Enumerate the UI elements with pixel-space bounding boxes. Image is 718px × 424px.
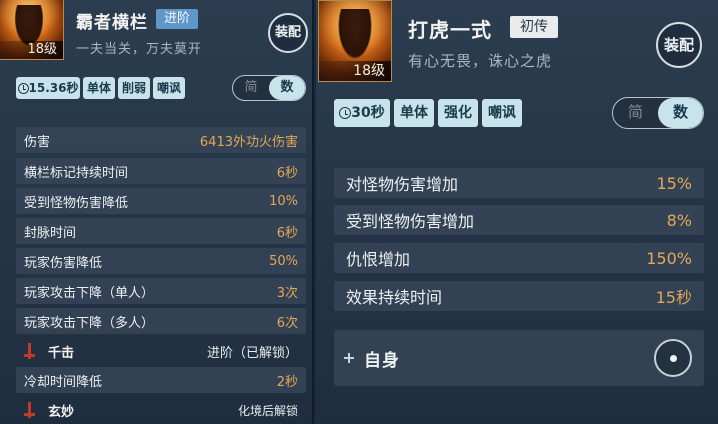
tag-single: 单体 [83, 77, 115, 99]
toggle-numbers[interactable]: 数 [269, 76, 305, 100]
equip-button[interactable]: 装配 [656, 22, 702, 68]
skill-compare-screen: 18级 霸者横栏 进阶 一夫当关，万夫莫开 装配 15.36秒 单体 削弱 嘲讽… [0, 0, 718, 424]
skill-motto: 有心无畏，诛心之虎 [408, 52, 553, 70]
stat-row: 效果持续时间 15秒 [334, 281, 704, 311]
skill-title: 打虎一式 [408, 18, 492, 42]
left-skill-panel: 18级 霸者横栏 进阶 一夫当关，万夫莫开 装配 15.36秒 单体 削弱 嘲讽… [0, 0, 314, 424]
sparkle-icon [344, 353, 354, 363]
skill-motto: 一夫当关，万夫莫开 [76, 42, 203, 57]
skill-tags: 30秒 单体 强化 嘲讽 [334, 99, 522, 127]
rank-badge: 初传 [510, 16, 558, 38]
sword-icon [24, 343, 35, 359]
toggle-simple[interactable]: 简 [233, 76, 269, 100]
skill-title: 霸者横栏 [76, 13, 148, 33]
stat-row: 对怪物伤害增加 15% [334, 168, 704, 198]
skill-level: 18级 [319, 61, 391, 81]
tag-buff: 强化 [438, 99, 478, 127]
equip-button[interactable]: 装配 [268, 13, 308, 53]
left-skill-header: 18级 霸者横栏 进阶 一夫当关，万夫莫开 装配 [0, 0, 312, 84]
sword-icon [24, 402, 35, 418]
stat-row: 仇恨增加 150% [334, 243, 704, 273]
upgrade-state: 化境后解锁 [237, 403, 298, 418]
stat-row: 受到怪物伤害增加 8% [334, 205, 704, 235]
upgrade-row-xuanmiao: 玄妙 化境后解锁 [16, 397, 306, 423]
stat-row: 玩家攻击下降（多人） 6次 [16, 308, 306, 334]
target-row[interactable]: 自身 [334, 330, 704, 386]
display-mode-toggle[interactable]: 简 数 [612, 97, 704, 129]
cooldown-tag: 30秒 [334, 99, 390, 127]
stat-row: 玩家伤害降低 50% [16, 248, 306, 274]
skill-icon-dahu: 18级 [318, 0, 392, 82]
tag-taunt: 嘲讽 [153, 77, 185, 99]
upgrade-row-qianji: 千击 进阶（已解锁） [16, 338, 306, 364]
cooldown-icon [17, 83, 29, 94]
toggle-simple[interactable]: 简 [613, 98, 658, 128]
stat-row: 玩家攻击下降（单人） 3次 [16, 278, 306, 304]
skill-tags: 15.36秒 单体 削弱 嘲讽 [16, 77, 185, 99]
target-radio-button[interactable] [654, 339, 692, 377]
cooldown-tag: 15.36秒 [16, 77, 80, 99]
skill-icon-bazhe: 18级 [0, 0, 64, 60]
skill-level: 18级 [0, 41, 63, 59]
tag-single: 单体 [394, 99, 434, 127]
right-skill-panel: 18级 打虎一式 初传 有心无畏，诛心之虎 装配 30秒 单体 强化 嘲讽 简 … [316, 0, 718, 424]
radio-dot-icon [669, 354, 677, 362]
stat-row: 冷却时间降低 2秒 [16, 367, 306, 393]
target-label: 自身 [364, 350, 400, 371]
toggle-numbers[interactable]: 数 [658, 98, 703, 128]
tag-weaken: 削弱 [118, 77, 150, 99]
right-skill-header: 18级 打虎一式 初传 有心无畏，诛心之虎 装配 [316, 0, 718, 84]
rank-badge: 进阶 [156, 9, 199, 29]
tag-taunt: 嘲讽 [482, 99, 522, 127]
cooldown-icon [339, 107, 352, 119]
stat-row: 横栏标记持续时间 6秒 [16, 158, 306, 184]
stat-row: 封脉时间 6秒 [16, 218, 306, 244]
stat-row: 受到怪物伤害降低 10% [16, 188, 306, 214]
stat-row: 伤害 6413外功火伤害 [16, 127, 306, 153]
display-mode-toggle[interactable]: 简 数 [232, 75, 306, 101]
upgrade-state: 进阶（已解锁） [206, 345, 298, 361]
